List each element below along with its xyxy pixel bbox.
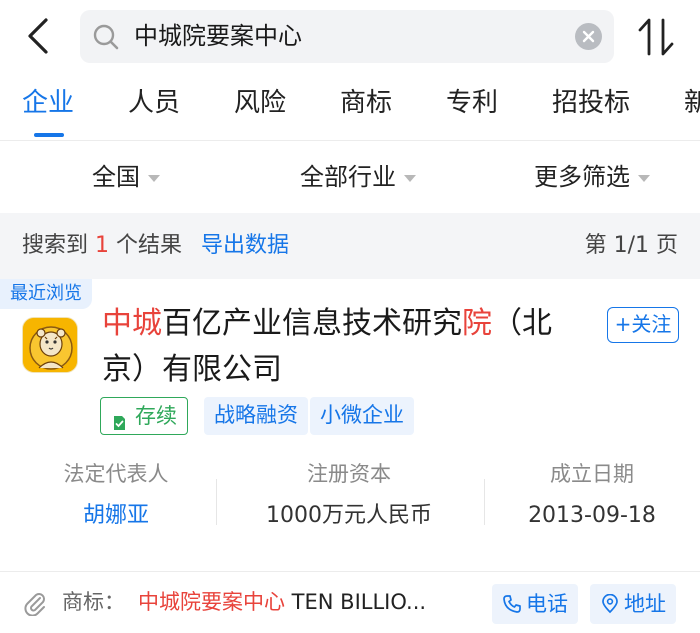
tab-company[interactable]: 企业 bbox=[22, 82, 74, 119]
results-prefix: 搜索到 bbox=[22, 233, 89, 258]
filter-more-label: 更多筛选 bbox=[534, 163, 630, 191]
follow-button[interactable]: +关注 bbox=[607, 307, 679, 343]
company-name-highlight: 中城 bbox=[102, 306, 162, 341]
company-result-card[interactable]: 最近浏览 中城百亿产业信息技术研究院（北京）有限公司 +关注 存续 战略融资 小… bbox=[0, 279, 700, 569]
status-badge: 存续 bbox=[100, 397, 188, 435]
results-summary-bar: 搜索到 1 个结果 导出数据 第 1/1 页 bbox=[0, 213, 700, 279]
search-icon bbox=[92, 23, 120, 51]
capital-value: 1000万元人民币 bbox=[266, 503, 432, 528]
trademark-strip: 商标： 中城院要案中心 TEN BILLIO... 电话 地址 bbox=[0, 572, 700, 633]
page-indicator: 第 1/1 页 bbox=[584, 233, 678, 258]
company-name-part: 百亿产业信息技术研究 bbox=[162, 306, 462, 341]
search-query: 中城院要案中心 bbox=[134, 22, 302, 50]
phone-icon bbox=[503, 595, 521, 613]
address-label: 地址 bbox=[624, 592, 666, 616]
tab-patent[interactable]: 专利 bbox=[446, 82, 498, 119]
filter-industry-label: 全部行业 bbox=[300, 163, 396, 191]
divider bbox=[216, 479, 217, 525]
tag-strategic-financing: 战略融资 bbox=[204, 397, 308, 435]
top-bar: 中城院要案中心 bbox=[0, 0, 700, 76]
address-button[interactable]: 地址 bbox=[590, 584, 676, 624]
trademark-highlight: 中城院要案中心 bbox=[138, 590, 285, 614]
company-name[interactable]: 中城百亿产业信息技术研究院（北京）有限公司 bbox=[102, 301, 588, 393]
caret-down-icon bbox=[404, 174, 416, 182]
filter-more[interactable]: 更多筛选 bbox=[534, 141, 650, 213]
check-icon bbox=[110, 407, 128, 430]
filter-industry[interactable]: 全部行业 bbox=[300, 141, 416, 213]
founded-block: 成立日期 2013-09-18 bbox=[492, 459, 692, 531]
tab-bidding[interactable]: 招投标 bbox=[552, 82, 630, 119]
filter-bar: 全国 全部行业 更多筛选 bbox=[0, 141, 700, 213]
caret-down-icon bbox=[638, 174, 650, 182]
phone-button[interactable]: 电话 bbox=[492, 584, 578, 624]
paperclip-icon bbox=[22, 590, 48, 617]
active-tab-indicator bbox=[34, 133, 64, 137]
founded-value: 2013-09-18 bbox=[528, 503, 656, 528]
search-input[interactable]: 中城院要案中心 bbox=[80, 10, 614, 63]
company-name-highlight: 院 bbox=[462, 306, 492, 341]
tag-small-micro: 小微企业 bbox=[310, 397, 414, 435]
results-suffix: 个结果 bbox=[116, 233, 183, 258]
filter-region-label: 全国 bbox=[92, 163, 140, 191]
back-arrow-icon[interactable] bbox=[18, 14, 62, 58]
divider bbox=[484, 479, 485, 525]
trademark-label: 商标： bbox=[62, 590, 125, 614]
company-logo bbox=[22, 317, 78, 373]
phone-label: 电话 bbox=[526, 592, 568, 616]
legal-rep-block: 法定代表人 胡娜亚 bbox=[16, 459, 216, 531]
sort-icon[interactable] bbox=[633, 14, 679, 60]
recently-viewed-badge: 最近浏览 bbox=[0, 279, 92, 309]
legal-rep-label: 法定代表人 bbox=[63, 462, 169, 486]
trademark-rest: TEN BILLIO... bbox=[285, 590, 427, 614]
status-label: 存续 bbox=[135, 404, 177, 428]
results-summary: 搜索到 1 个结果 导出数据 bbox=[22, 213, 289, 279]
trademark-value[interactable]: 中城院要案中心 TEN BILLIO... bbox=[138, 572, 483, 633]
founded-label: 成立日期 bbox=[550, 462, 634, 486]
export-data-link[interactable]: 导出数据 bbox=[201, 233, 289, 258]
tab-new[interactable]: 新 bbox=[684, 82, 700, 119]
filter-region[interactable]: 全国 bbox=[92, 141, 160, 213]
clear-icon[interactable] bbox=[575, 23, 602, 50]
capital-label: 注册资本 bbox=[307, 462, 391, 486]
caret-down-icon bbox=[148, 174, 160, 182]
legal-rep-link[interactable]: 胡娜亚 bbox=[16, 501, 216, 531]
location-pin-icon bbox=[602, 594, 618, 614]
results-count: 1 bbox=[95, 233, 110, 258]
category-tabs: 企业 人员 风险 商标 专利 招投标 新 bbox=[0, 76, 700, 140]
tab-trademark[interactable]: 商标 bbox=[340, 82, 392, 119]
capital-block: 注册资本 1000万元人民币 bbox=[249, 459, 449, 531]
tab-risk[interactable]: 风险 bbox=[234, 82, 286, 119]
tab-people[interactable]: 人员 bbox=[128, 82, 180, 119]
